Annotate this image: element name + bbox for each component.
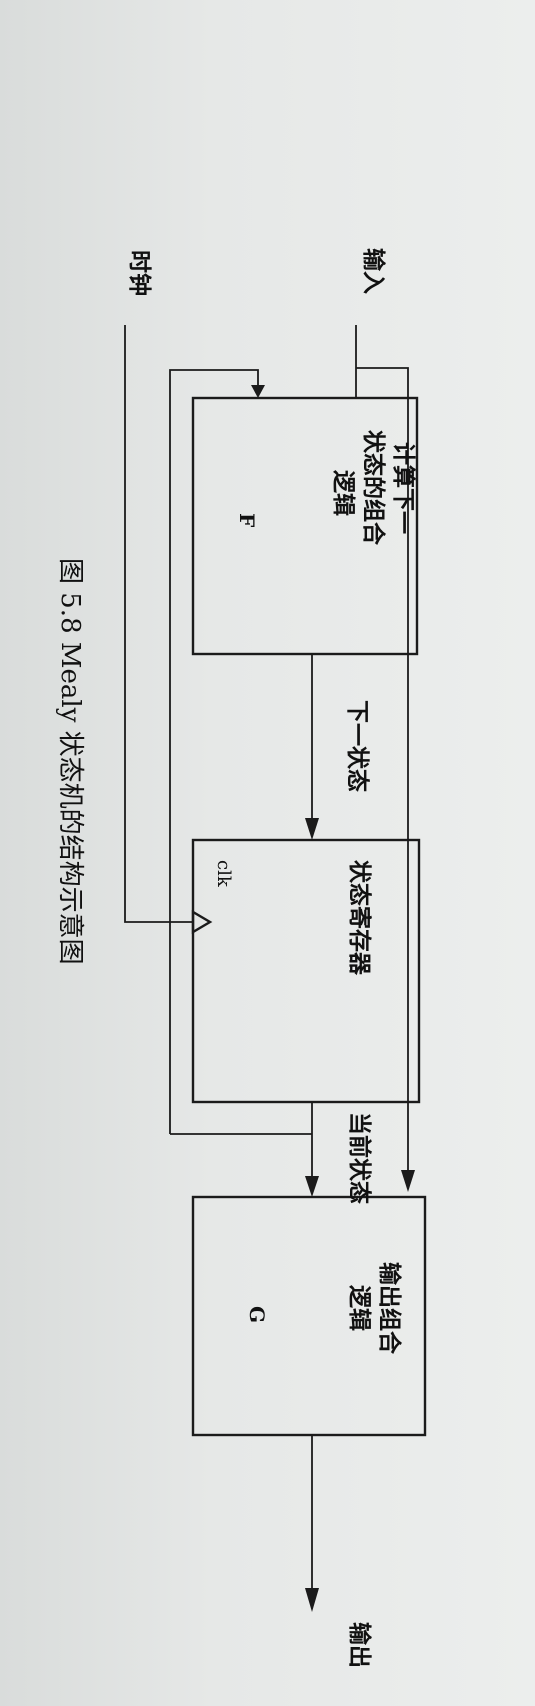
current-state-arrow <box>305 1176 319 1197</box>
g-block-line1: 输出组合 <box>376 1262 403 1355</box>
clock-wire <box>124 325 193 923</box>
g-block-tag: G <box>245 1306 269 1323</box>
f-block-tag: F <box>235 513 259 527</box>
register-label: 状态寄存器 <box>346 860 373 976</box>
next-state-arrow <box>305 818 319 840</box>
input-arrow-to-g <box>401 1170 415 1192</box>
current-state-label: 当前状态 <box>346 1112 373 1204</box>
output-label: 输出 <box>346 1622 373 1668</box>
figure-caption: 图 5.8 Mealy 状态机的结构示意图 <box>55 558 85 965</box>
clk-triangle <box>191 909 213 935</box>
page: 输入 时钟 计算下一 状态的组合 逻辑 F 下一状态 状态寄存器 clk 当前状… <box>0 0 535 1706</box>
clock-label: 时钟 <box>126 250 152 296</box>
feedback-wire <box>169 369 259 1134</box>
mealy-diagram: 输入 时钟 计算下一 状态的组合 逻辑 F 下一状态 状态寄存器 clk 当前状… <box>55 248 427 1668</box>
output-arrow <box>305 1588 319 1612</box>
feedback-arrow <box>251 385 265 398</box>
f-block-line1: 计算下一 <box>390 442 417 534</box>
g-block-line2: 逻辑 <box>346 1285 373 1331</box>
clk-label: clk <box>213 860 234 888</box>
input-label: 输入 <box>360 248 387 294</box>
f-block-line2: 状态的组合 <box>360 430 387 546</box>
f-block-line3: 逻辑 <box>330 470 357 516</box>
next-state-label: 下一状态 <box>344 700 371 792</box>
